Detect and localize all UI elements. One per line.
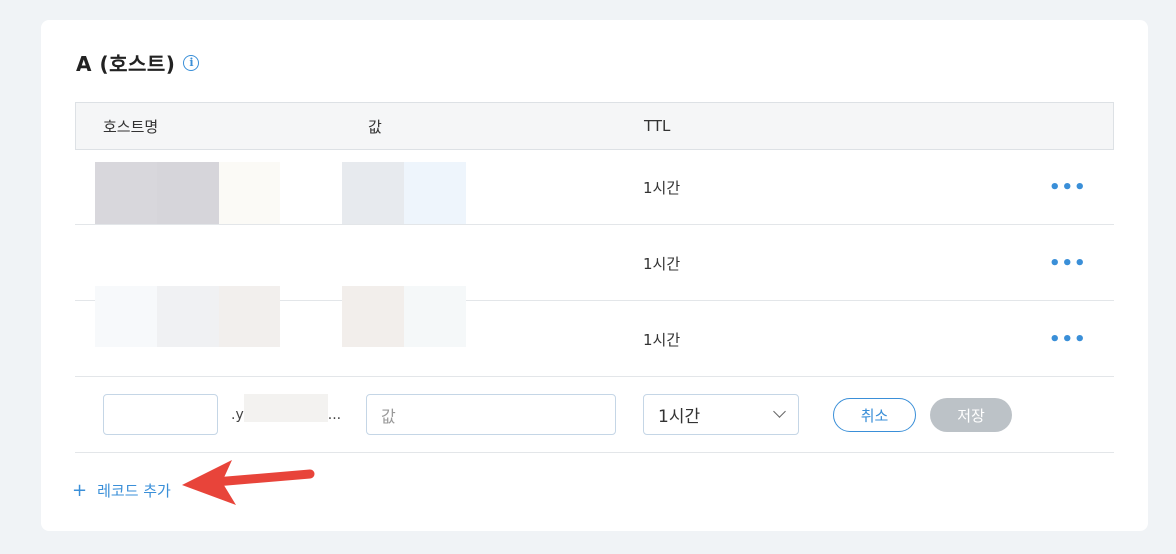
domain-suffix: .y... bbox=[231, 394, 341, 423]
info-icon[interactable]: i bbox=[183, 54, 200, 71]
ttl-value: 1시간 bbox=[643, 330, 681, 349]
value-placeholder: 값 bbox=[381, 406, 396, 426]
ttl-value: 1시간 bbox=[643, 178, 681, 197]
redacted-domain bbox=[243, 394, 328, 422]
redacted-hostname bbox=[219, 162, 280, 224]
more-icon[interactable]: ••• bbox=[1049, 226, 1087, 300]
save-button[interactable]: 저장 bbox=[930, 398, 1012, 432]
redacted-value bbox=[342, 286, 404, 347]
more-icon[interactable]: ••• bbox=[1049, 150, 1087, 224]
column-header-value: 값 bbox=[368, 117, 382, 136]
add-record-label: 레코드 추가 bbox=[97, 482, 171, 500]
section-title: A (호스트) bbox=[76, 52, 176, 76]
chevron-down-icon bbox=[773, 405, 786, 418]
ttl-value: 1시간 bbox=[643, 254, 681, 273]
redacted-hostname bbox=[95, 286, 157, 347]
annotation-arrow-icon bbox=[182, 460, 315, 505]
column-header-hostname: 호스트명 bbox=[103, 117, 159, 136]
more-icon[interactable]: ••• bbox=[1049, 302, 1087, 376]
redacted-value bbox=[404, 162, 466, 224]
redacted-hostname bbox=[219, 286, 280, 347]
plus-icon: + bbox=[72, 480, 88, 501]
redacted-hostname bbox=[95, 162, 157, 224]
table-row: 1시간 ••• bbox=[75, 150, 1114, 225]
redacted-hostname bbox=[157, 286, 219, 347]
table-header: 호스트명 값 TTL bbox=[75, 102, 1114, 150]
new-record-row: .y... 값 1시간 취소 저장 bbox=[75, 377, 1114, 453]
column-header-ttl: TTL bbox=[644, 117, 671, 135]
hostname-input[interactable] bbox=[103, 394, 218, 435]
cancel-button[interactable]: 취소 bbox=[833, 398, 916, 432]
ttl-selected-value: 1시간 bbox=[658, 407, 701, 427]
redacted-hostname bbox=[157, 162, 219, 224]
table-row: 1시간 ••• bbox=[75, 286, 1114, 377]
add-record-button[interactable]: + 레코드 추가 bbox=[72, 480, 171, 501]
redacted-value bbox=[404, 286, 466, 347]
section-header: A (호스트) i bbox=[76, 48, 200, 77]
ttl-select[interactable]: 1시간 bbox=[643, 394, 799, 435]
redacted-value bbox=[342, 162, 404, 224]
value-input[interactable]: 값 bbox=[366, 394, 616, 435]
